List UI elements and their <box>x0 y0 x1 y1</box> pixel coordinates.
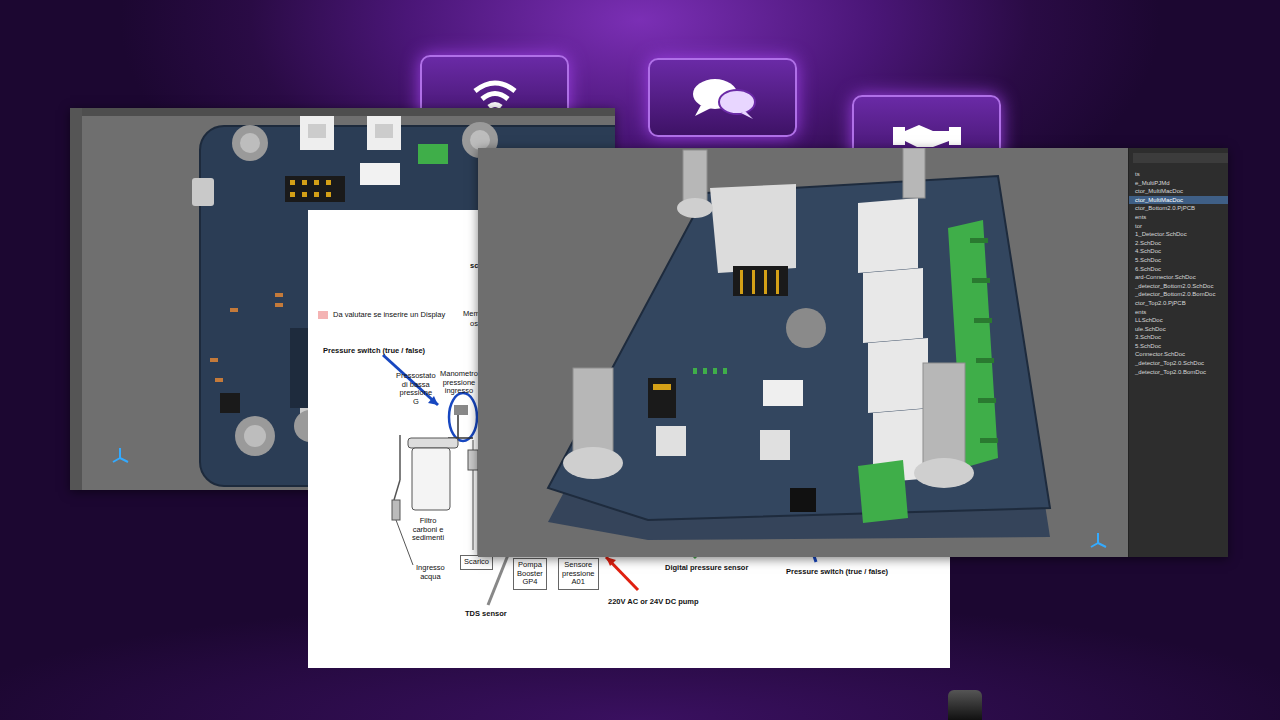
tree-item[interactable]: _detector_Bottom2.0.SchDoc <box>1129 282 1228 291</box>
tree-item[interactable]: _detector_Top2.0.BomDoc <box>1129 368 1228 377</box>
tree-item[interactable]: ctor_Top2.0.PjPCB <box>1129 299 1228 308</box>
diagram-label: TDS sensor <box>465 610 507 619</box>
tree-item[interactable]: 3.SchDoc <box>1129 333 1228 342</box>
tree-item[interactable]: ule.SchDoc <box>1129 325 1228 334</box>
tree-item[interactable]: ents <box>1129 308 1228 317</box>
tree-item[interactable]: ts <box>1129 170 1228 179</box>
tree-item[interactable]: _detector_Bottom2.0.BomDoc <box>1129 290 1228 299</box>
diagram-label: Manometro pressione ingresso <box>440 370 478 396</box>
diagram-label: Pressostato di bassa pressione G <box>396 372 436 407</box>
tree-item[interactable]: 5.SchDoc <box>1129 342 1228 351</box>
window-toolbar <box>70 108 615 116</box>
tree-item[interactable]: ctor_Bottom2.0.PjPCB <box>1129 204 1228 213</box>
chat-icon <box>683 72 763 124</box>
desktop: Da valutare se inserire un DisplayscMemo… <box>0 0 1280 720</box>
tree-item[interactable]: 4.SchDoc <box>1129 247 1228 256</box>
pcb-3d-window: tse_MultiPJMdctor_MultiMacDocctor_MultiM… <box>478 148 1228 557</box>
tree-item[interactable]: tor <box>1129 222 1228 231</box>
tree-item[interactable]: ctor_MultiMacDoc <box>1129 196 1228 205</box>
diagram-label: Sensore pressione A01 <box>558 558 599 590</box>
tree-item[interactable]: Connector.SchDoc <box>1129 350 1228 359</box>
legend-swatch <box>318 311 328 319</box>
diagram-label: Filtro carboni e sedimenti <box>412 517 444 543</box>
tree-item[interactable]: e_MultiPJMd <box>1129 179 1228 188</box>
legend-text: Da valutare se inserire un Display <box>333 310 445 319</box>
tree-item[interactable]: LLSchDoc <box>1129 316 1228 325</box>
tree-item[interactable]: 5.SchDoc <box>1129 256 1228 265</box>
tree-item[interactable]: _detector_Top2.0.SchDoc <box>1129 359 1228 368</box>
corner-knob <box>948 690 982 720</box>
window-sidebar <box>70 108 82 490</box>
tree-item[interactable]: 1_Detector.SchDoc <box>1129 230 1228 239</box>
background-tile <box>648 58 797 137</box>
diagram-label: Pompa Booster GP4 <box>513 558 547 590</box>
diagram-label: Ingresso acqua <box>416 564 445 581</box>
tree-item[interactable]: ents <box>1129 213 1228 222</box>
diagram-label: Scarico <box>460 555 493 570</box>
diagram-label: Pressure switch (true / false) <box>323 347 425 356</box>
panel-header <box>1133 153 1228 163</box>
pcb-3d-render <box>478 148 1128 557</box>
legend: Da valutare se inserire un Display <box>318 310 445 319</box>
tree-item[interactable]: 6.SchDoc <box>1129 265 1228 274</box>
tree-item[interactable]: ard-Connector.SchDoc <box>1129 273 1228 282</box>
tree-item[interactable]: ctor_MultiMacDoc <box>1129 187 1228 196</box>
diagram-label: Pressure switch (true / false) <box>786 568 888 577</box>
diagram-label: Digital pressure sensor <box>665 564 748 573</box>
diagram-label: 220V AC or 24V DC pump <box>608 598 699 607</box>
tree-item[interactable]: 2.SchDoc <box>1129 239 1228 248</box>
projects-panel: tse_MultiPJMdctor_MultiMacDocctor_MultiM… <box>1128 148 1228 557</box>
